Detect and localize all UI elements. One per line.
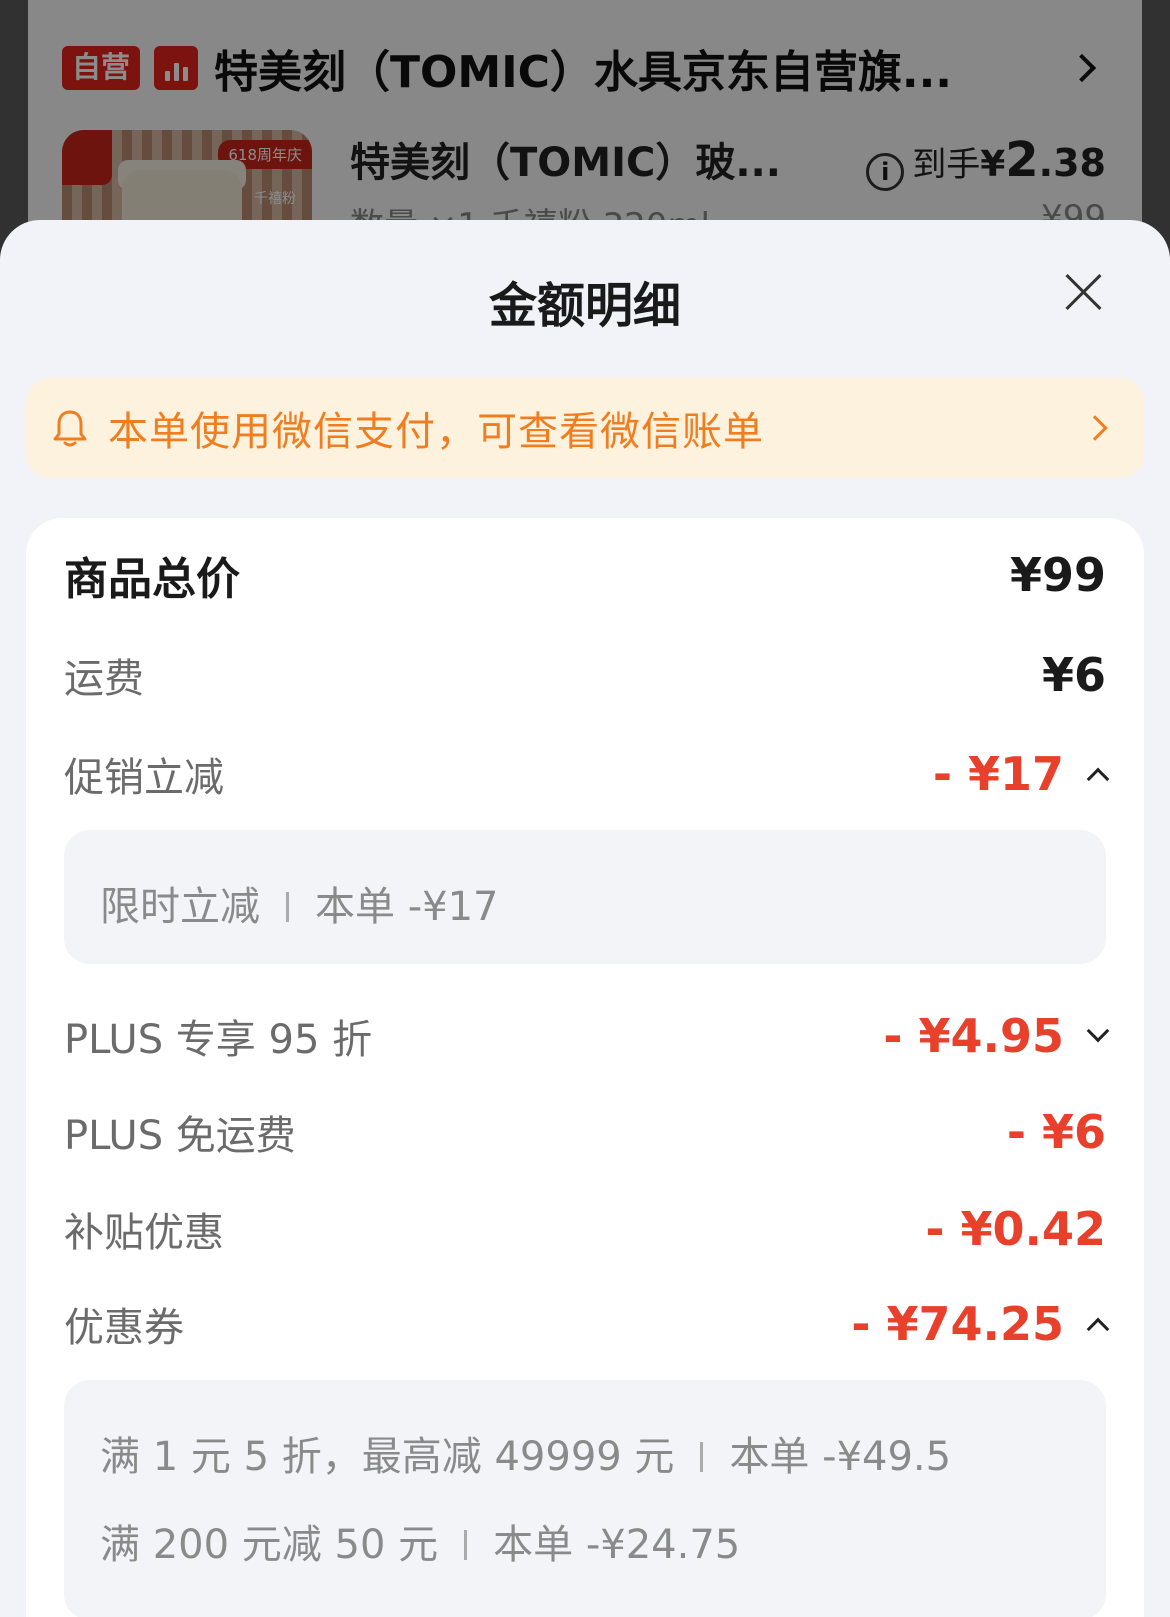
row-amount: - ¥74.25 bbox=[851, 1297, 1064, 1351]
chevron-up-icon[interactable] bbox=[1086, 767, 1110, 791]
promo-detail-line: 限时立减 本单 -¥17 bbox=[100, 884, 499, 930]
row-plus-95[interactable]: PLUS 专享 95 折 - ¥4.95 bbox=[64, 1006, 1110, 1066]
wechat-bill-notice[interactable]: 本单使用微信支付，可查看微信账单 bbox=[26, 378, 1144, 478]
amount-detail-sheet: 金额明细 本单使用微信支付，可查看微信账单 商品总价 ¥99 运费 ¥6 促销立… bbox=[0, 220, 1170, 1617]
row-amount: - ¥4.95 bbox=[883, 1009, 1064, 1063]
row-shipping: 运费 ¥6 bbox=[64, 645, 1106, 705]
chevron-up-icon[interactable] bbox=[1086, 1317, 1110, 1341]
amount-detail-card: 商品总价 ¥99 运费 ¥6 促销立减 - ¥17 限时立减 本单 -¥17 PL… bbox=[26, 518, 1144, 1617]
row-amount: ¥99 bbox=[1009, 548, 1106, 602]
row-label: 优惠券 bbox=[64, 1305, 184, 1351]
close-icon[interactable] bbox=[1064, 272, 1104, 312]
coupon-detail-line: 满 200 元减 50 元本单 -¥24.75 bbox=[100, 1522, 741, 1568]
row-plus-free-shipping: PLUS 免运费 - ¥6 bbox=[64, 1102, 1106, 1162]
row-coupon[interactable]: 优惠券 - ¥74.25 bbox=[64, 1294, 1110, 1354]
row-amount: - ¥17 bbox=[932, 747, 1064, 801]
row-goods-total: 商品总价 ¥99 bbox=[64, 545, 1106, 605]
row-label: 运费 bbox=[64, 656, 144, 702]
sheet-title: 金额明细 bbox=[488, 278, 681, 334]
coupon-detail-box: 满 1 元 5 折，最高减 49999 元本单 -¥49.5 满 200 元减 … bbox=[64, 1380, 1106, 1617]
row-label: PLUS 专享 95 折 bbox=[64, 1017, 373, 1063]
row-subsidy: 补贴优惠 - ¥0.42 bbox=[64, 1199, 1106, 1259]
row-amount: - ¥0.42 bbox=[925, 1202, 1106, 1256]
chevron-down-icon[interactable] bbox=[1086, 1019, 1110, 1043]
row-amount: - ¥6 bbox=[1006, 1105, 1106, 1159]
notice-text: 本单使用微信支付，可查看微信账单 bbox=[108, 409, 764, 455]
row-promo-discount[interactable]: 促销立减 - ¥17 bbox=[64, 744, 1110, 804]
chevron-right-icon bbox=[1082, 415, 1108, 441]
row-label: 商品总价 bbox=[64, 554, 240, 605]
row-label: 促销立减 bbox=[64, 755, 224, 801]
coupon-detail-line: 满 1 元 5 折，最高减 49999 元本单 -¥49.5 bbox=[100, 1434, 952, 1480]
row-label: PLUS 免运费 bbox=[64, 1113, 296, 1159]
promo-detail-box: 限时立减 本单 -¥17 bbox=[64, 830, 1106, 964]
bell-icon bbox=[53, 410, 87, 447]
row-label: 补贴优惠 bbox=[64, 1210, 224, 1256]
row-amount: ¥6 bbox=[1041, 648, 1106, 702]
